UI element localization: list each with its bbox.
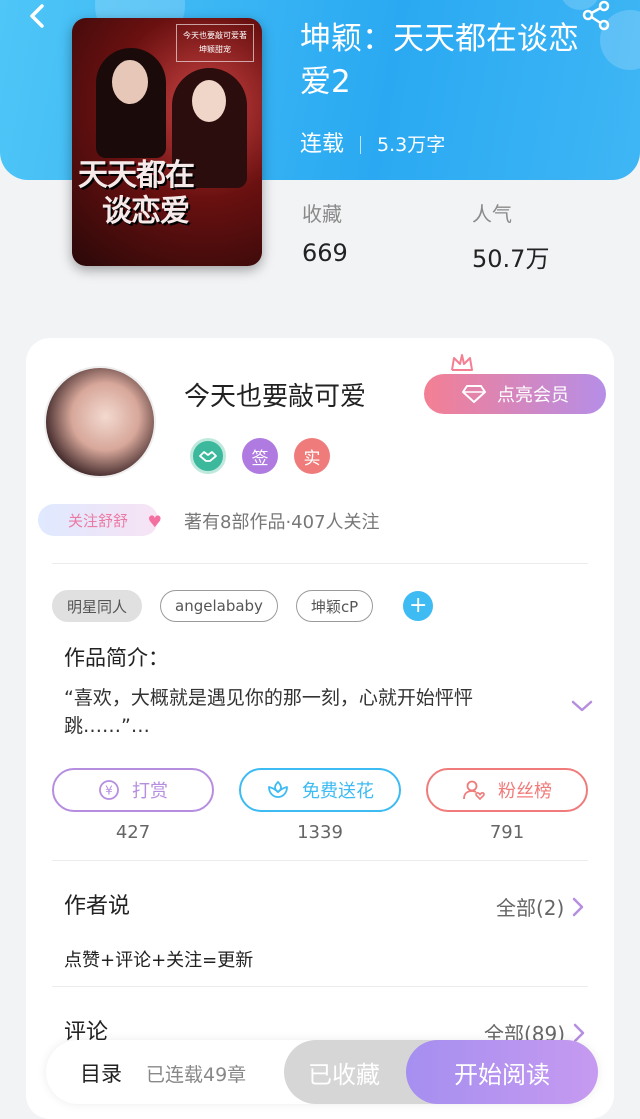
cover-title-line2: 谈恋爱 (102, 194, 190, 229)
yen-coin-icon: ¥ (99, 780, 119, 800)
flower-icon (268, 780, 288, 798)
heart-icon: ♥ (147, 512, 162, 531)
reward-count: 427 (115, 822, 151, 843)
vip-button-label: 点亮会员 (497, 385, 569, 406)
tag-item[interactable]: 明星同人 (52, 590, 143, 622)
tag-list: 明星同人 angelababy 坤颖cP + (52, 590, 434, 622)
bottom-action-bar: 目录 已连载49章 已收藏 开始阅读 (46, 1040, 598, 1104)
fan-ranking-count: 791 (489, 822, 525, 843)
book-cover[interactable]: 今天也要敲可爱著 坤颖甜宠 天天都在 谈恋爱 (72, 18, 262, 266)
send-flower-label: 免费送花 (302, 781, 374, 802)
follow-button[interactable]: 关注舒舒 ♥ (38, 504, 162, 536)
author-says-title: 作者说 (64, 894, 131, 919)
chevron-down-icon[interactable] (570, 698, 594, 714)
author-avatar[interactable] (44, 366, 156, 478)
favorites-label: 收藏 (302, 202, 342, 226)
cover-figure-face (112, 60, 148, 104)
book-detail-card: 今天也要敲可爱 点亮会员 签 实 关注舒舒 ♥ 著有8部作品·407人关注 明星… (26, 338, 614, 1119)
start-reading-button[interactable]: 开始阅读 (406, 1040, 598, 1104)
crown-icon (451, 354, 473, 371)
certified-badge-icon[interactable] (190, 438, 226, 474)
svg-text:¥: ¥ (105, 784, 113, 798)
handshake-icon (199, 451, 217, 462)
serial-status: 连载 (300, 132, 345, 157)
reward-button[interactable]: ¥ 打赏 (52, 768, 214, 812)
back-arrow-icon[interactable] (22, 2, 52, 32)
author-says-more-link[interactable]: 全部(2) (496, 892, 584, 921)
cover-author-badge: 今天也要敲可爱著 坤颖甜宠 (176, 24, 254, 62)
divider (52, 986, 588, 987)
fan-ranking-label: 粉丝榜 (498, 781, 552, 802)
toc-button[interactable]: 目录 (80, 1058, 122, 1088)
status-divider (360, 136, 362, 154)
flower-count: 1339 (297, 822, 343, 843)
popularity-stat: 人气 50.7万 (472, 198, 549, 274)
author-says-more-label: 全部(2) (496, 896, 565, 920)
chevron-right-icon (573, 897, 584, 916)
vip-button[interactable]: 点亮会员 (424, 374, 606, 414)
divider (52, 563, 588, 564)
author-works-info: 著有8部作品·407人关注 (184, 512, 380, 533)
signed-badge[interactable]: 签 (242, 438, 278, 474)
word-count: 5.3万字 (377, 134, 446, 156)
intro-text: “喜欢，大概就是遇见你的那一刻，心就开始怦怦跳……”… (64, 687, 473, 737)
chevron-right-icon (573, 1023, 585, 1042)
intro-title: 作品简介： (64, 646, 169, 670)
cover-badge-line2: 坤颖甜宠 (199, 45, 231, 54)
cover-title-line1: 天天都在 (78, 158, 195, 193)
follow-button-label: 关注舒舒 (67, 511, 128, 530)
reward-label: 打赏 (132, 781, 168, 802)
collected-label: 已收藏 (308, 1060, 380, 1089)
cover-figure-face (192, 80, 226, 122)
book-status: 连载 5.3万字 (300, 126, 445, 158)
send-flower-button[interactable]: 免费送花 (239, 768, 401, 812)
author-note: 点赞+评论+关注=更新 (64, 950, 254, 971)
diamond-icon (462, 385, 486, 403)
cover-badge-line1: 今天也要敲可爱著 (183, 31, 247, 40)
author-badges: 签 实 (190, 438, 330, 474)
fan-ranking-button[interactable]: 粉丝榜 (426, 768, 588, 812)
popularity-label: 人气 (472, 202, 512, 226)
popularity-value: 50.7万 (472, 245, 550, 273)
favorites-value: 669 (302, 239, 348, 267)
tag-item[interactable]: 坤颖cP (295, 590, 374, 622)
user-heart-icon (463, 780, 485, 801)
author-name[interactable]: 今天也要敲可爱 (184, 376, 366, 413)
add-tag-button[interactable]: + (403, 591, 434, 621)
book-title: 坤颖：天天都在谈恋爱2 (300, 21, 579, 100)
favorites-stat: 收藏 669 (302, 198, 348, 267)
verified-badge[interactable]: 实 (294, 438, 330, 474)
chapter-count: 已连载49章 (146, 1064, 247, 1086)
divider (52, 860, 588, 861)
cover-title: 天天都在 谈恋爱 (78, 158, 248, 230)
tag-item[interactable]: angelababy (160, 590, 278, 622)
